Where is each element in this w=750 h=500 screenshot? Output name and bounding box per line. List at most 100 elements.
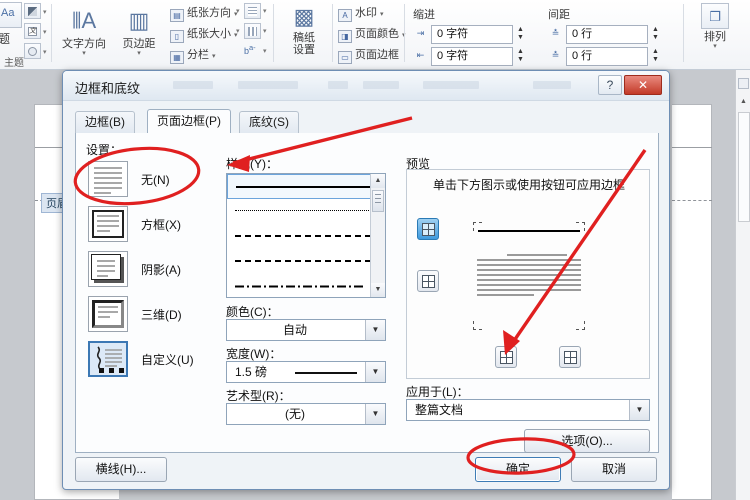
spacing-before-input[interactable]: 0 行	[566, 25, 648, 44]
apply-to-value: 整篇文档	[415, 403, 464, 417]
setting-option-box[interactable]: 方框(X)	[86, 206, 210, 244]
text-direction-button[interactable]: ⦀A 文字方向 ▾	[57, 4, 111, 57]
style-option-dotted[interactable]	[227, 199, 385, 224]
theme-fonts-icon[interactable]: 文	[24, 23, 41, 39]
indent-group-label: 缩进	[413, 9, 435, 21]
paper-orientation-button[interactable]: ▤ 纸张方向 ▾	[170, 4, 238, 22]
indent-right-stepper[interactable]: ▲ ▼	[515, 48, 526, 65]
arrange-button[interactable]: ❐ 排列 ▾	[690, 2, 740, 50]
scroll-thumb[interactable]	[372, 190, 384, 212]
preview-canvas[interactable]	[473, 222, 585, 330]
art-dropdown-arrow-icon[interactable]: ▼	[365, 404, 385, 424]
setting-option-box-label: 方框(X)	[141, 218, 181, 232]
style-option-dashed[interactable]	[227, 249, 385, 274]
paper-size-label: 纸张大小	[187, 28, 231, 40]
style-option-solid[interactable]	[227, 174, 385, 199]
columns-arrow-icon[interactable]: ▾	[212, 53, 216, 60]
close-button[interactable]: ✕	[624, 75, 662, 95]
theme-colors-icon[interactable]	[24, 3, 41, 19]
width-dropdown-arrow-icon[interactable]: ▼	[365, 362, 385, 382]
preview-frame: 单击下方图示或使用按钮可应用边框	[406, 169, 650, 379]
dialog-footer: 横线(H)... 确定 取消	[75, 457, 659, 483]
bottom-border-toggle[interactable]	[417, 270, 439, 292]
box-thumb-icon	[88, 206, 128, 242]
hyphenation-icon[interactable]: ba-	[244, 43, 256, 56]
paper-size-button[interactable]: ▯ 纸张大小 ▾	[170, 25, 238, 43]
spacing-after-icon: ≛	[551, 50, 560, 60]
page-margins-button[interactable]: ▥ 页边距 ▾	[112, 4, 166, 57]
setting-option-none[interactable]: 无(N)	[86, 161, 210, 199]
style-list-scrollbar[interactable]: ▲ ▼	[370, 174, 385, 297]
spacing-before-stepper[interactable]: ▲ ▼	[650, 26, 661, 43]
spacing-after-input[interactable]: 0 行	[566, 47, 648, 66]
ribbon-minor-column: ▾ ▾ ▾ ▾ ba- ▾	[236, 2, 268, 64]
watermark-button[interactable]: A 水印 ▾	[338, 4, 384, 22]
arrange-icon: ❐	[701, 3, 729, 29]
help-button[interactable]: ?	[598, 75, 622, 95]
color-dropdown-arrow-icon[interactable]: ▼	[365, 320, 385, 340]
columns-label: 分栏	[187, 49, 209, 61]
setting-option-shadow[interactable]: 阴影(A)	[86, 251, 210, 289]
scroll-up-button[interactable]: ▲	[371, 174, 385, 188]
art-combo[interactable]: (无) ▼	[226, 403, 386, 425]
theme-fonts-arrow-icon[interactable]: ▾	[43, 28, 47, 36]
width-value: 1.5 磅	[235, 365, 268, 379]
arrange-arrow-icon[interactable]: ▾	[690, 43, 740, 50]
options-button[interactable]: 选项(O)...	[524, 429, 650, 453]
page-border-button[interactable]: ▭ 页面边框	[338, 46, 399, 64]
hyphenation-arrow-icon[interactable]: ▾	[263, 47, 267, 55]
setting-option-three-d[interactable]: 三维(D)	[86, 296, 210, 334]
right-side-panel: ▲	[735, 70, 750, 500]
text-direction-arrow-icon[interactable]: ▾	[57, 50, 111, 57]
left-border-toggle[interactable]	[495, 346, 517, 368]
style-option-dash-dot[interactable]	[227, 274, 385, 299]
ribbon: Aa 题 ▾ 文 ▾ ▾ 主题 ⦀A 文字方向 ▾ ▥ 页边距 ▾ ▤ 纸张方向 ▾…	[0, 0, 750, 70]
apply-to-label: 应用于(L)：	[406, 385, 469, 399]
top-border-toggle[interactable]	[417, 218, 439, 240]
watermark-arrow-icon[interactable]: ▾	[380, 11, 384, 18]
theme-effects-arrow-icon[interactable]: ▾	[43, 48, 47, 56]
tab-page-border[interactable]: 页面边框(P)	[147, 109, 231, 133]
dialog-titlebar[interactable]: 边框和底纹 ? ✕	[63, 71, 669, 101]
page-border-label: 页面边框	[355, 49, 399, 61]
grid-paper-setup-button[interactable]: ▩ 稿纸 设置	[277, 2, 331, 56]
themes-icon[interactable]: Aa	[0, 2, 22, 28]
setting-option-custom[interactable]: 自定义(U)	[86, 341, 210, 379]
width-combo[interactable]: 1.5 磅 ▼	[226, 361, 386, 383]
columns-button[interactable]: ▦ 分栏 ▾	[170, 46, 216, 64]
page-border-icon: ▭	[338, 51, 352, 64]
panel-icon-top[interactable]	[738, 78, 749, 89]
apply-to-dropdown-arrow-icon[interactable]: ▼	[629, 400, 649, 420]
line-numbers-more-arrow-icon[interactable]: ▾	[263, 27, 267, 35]
preview-paragraph-lines	[477, 254, 581, 299]
line-numbers-arrow-icon[interactable]: ▾	[236, 27, 240, 35]
breaks-icon[interactable]	[244, 3, 261, 19]
three-d-thumb-icon	[88, 296, 128, 332]
ribbon-group-themes: Aa 题 ▾ 文 ▾ ▾ 主题	[0, 0, 50, 70]
tab-shading[interactable]: 底纹(S)	[239, 111, 299, 133]
apply-to-combo[interactable]: 整篇文档 ▼	[406, 399, 650, 421]
breaks-arrow-icon[interactable]: ▾	[236, 7, 240, 15]
theme-colors-arrow-icon[interactable]: ▾	[43, 8, 47, 16]
indent-left-input[interactable]: 0 字符	[431, 25, 513, 44]
line-numbers-icon[interactable]	[244, 23, 261, 39]
indent-right-input[interactable]: 0 字符	[431, 47, 513, 66]
panel-icon-scroll-up[interactable]: ▲	[738, 96, 749, 107]
cancel-button[interactable]: 取消	[571, 457, 657, 482]
custom-thumb-icon	[88, 341, 128, 377]
scroll-down-button[interactable]: ▼	[371, 283, 385, 297]
spacing-after-stepper[interactable]: ▲ ▼	[650, 48, 661, 65]
page-margins-arrow-icon[interactable]: ▾	[112, 50, 166, 57]
style-list[interactable]: ▲ ▼	[226, 173, 386, 298]
breaks-more-arrow-icon[interactable]: ▾	[263, 7, 267, 15]
grid-paper-label-2: 设置	[293, 44, 315, 56]
indent-left-stepper[interactable]: ▲ ▼	[515, 26, 526, 43]
ok-button[interactable]: 确定	[475, 457, 561, 482]
tab-borders[interactable]: 边框(B)	[75, 111, 135, 133]
page-margins-label: 页边距	[122, 38, 156, 50]
style-option-dashed-small[interactable]	[227, 224, 385, 249]
right-border-toggle[interactable]	[559, 346, 581, 368]
horizontal-line-button[interactable]: 横线(H)...	[75, 457, 167, 482]
page-color-button[interactable]: ◨页面颜色▾	[338, 25, 406, 43]
color-combo[interactable]: 自动 ▼	[226, 319, 386, 341]
